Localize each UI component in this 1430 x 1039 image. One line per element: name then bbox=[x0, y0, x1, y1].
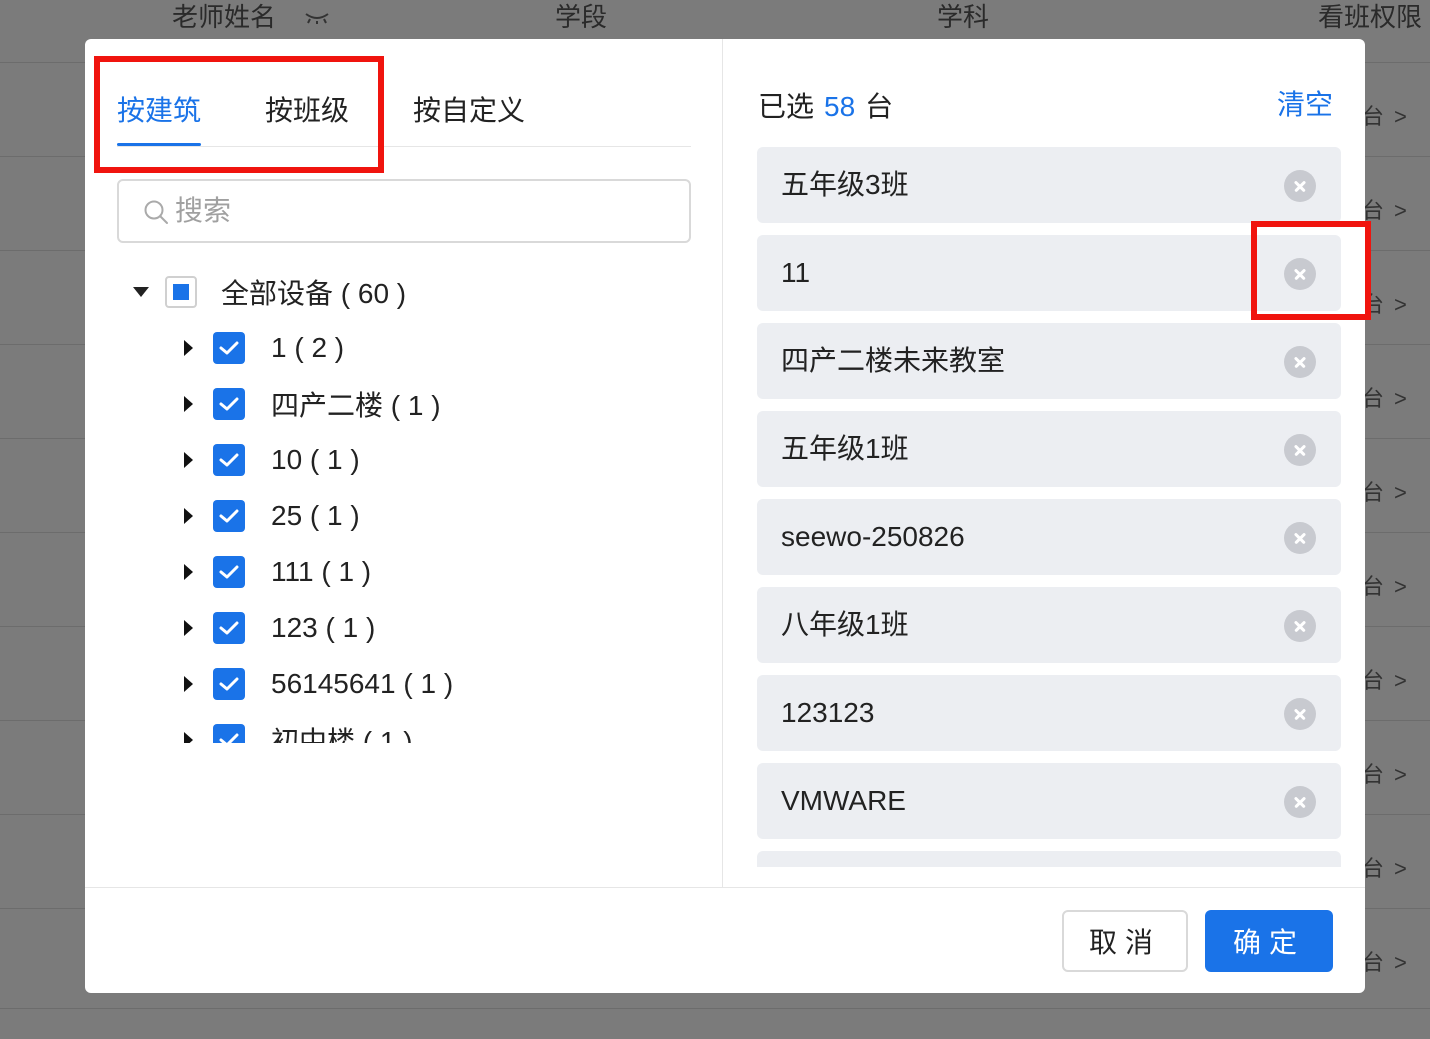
caret-right-icon[interactable] bbox=[184, 452, 193, 468]
checkbox-checked[interactable] bbox=[213, 500, 245, 532]
remove-circle-icon[interactable] bbox=[1284, 610, 1316, 642]
check-icon bbox=[219, 341, 239, 355]
selected-device-list: 五年级3班 11 四产二楼未来教室 五年级1班 seewo-250826 八年级… bbox=[757, 147, 1341, 867]
checkbox-partial[interactable] bbox=[165, 276, 197, 308]
tree-node[interactable]: 1 ( 2 ) bbox=[184, 326, 344, 370]
tree-node-label: 123 ( 1 ) bbox=[271, 612, 376, 643]
checkbox-checked[interactable] bbox=[213, 388, 245, 420]
search-input[interactable] bbox=[175, 189, 665, 233]
list-item: 五年级3班 bbox=[757, 147, 1341, 223]
list-item: VMWARE bbox=[757, 763, 1341, 839]
check-icon bbox=[219, 509, 239, 523]
device-tree-pane: 按建筑 按班级 按自定义 全部设备 ( 60 ) 1 bbox=[85, 39, 723, 887]
remove-circle-icon[interactable] bbox=[1284, 434, 1316, 466]
list-item: 11 bbox=[757, 235, 1341, 311]
list-item: 五年级1班 bbox=[757, 411, 1341, 487]
tree-node[interactable]: 56145641 ( 1 ) bbox=[184, 662, 453, 706]
device-select-modal: 按建筑 按班级 按自定义 全部设备 ( 60 ) 1 bbox=[85, 39, 1365, 993]
tree-node-label: 111 ( 1 ) bbox=[271, 556, 372, 587]
device-tree: 全部设备 ( 60 ) 1 ( 2 ) 四产二楼 ( 1 ) 10 (1) … bbox=[85, 263, 721, 743]
tree-node[interactable]: 四产二楼 ( 1 ) bbox=[184, 382, 441, 426]
remove-circle-icon[interactable] bbox=[1284, 346, 1316, 378]
check-icon bbox=[219, 453, 239, 467]
list-item: 123123 bbox=[757, 675, 1341, 751]
caret-right-icon[interactable] bbox=[184, 564, 193, 580]
selected-device-name: 八年级1班 bbox=[781, 609, 909, 640]
tree-node[interactable]: 123 ( 1 ) bbox=[184, 606, 375, 650]
check-icon bbox=[219, 397, 239, 411]
selected-unit: 台 bbox=[865, 91, 894, 122]
clear-all-button[interactable]: 清空 bbox=[1277, 85, 1333, 125]
modal-footer: 取消 确定 bbox=[85, 887, 1365, 993]
column-stage: 学段 bbox=[555, 2, 608, 32]
caret-right-icon[interactable] bbox=[184, 620, 193, 636]
selected-device-name: 五年级3班 bbox=[781, 169, 909, 200]
remove-circle-icon[interactable] bbox=[1284, 258, 1316, 290]
confirm-button[interactable]: 确定 bbox=[1205, 910, 1333, 972]
column-class-permission: 看班权限 bbox=[1318, 2, 1423, 32]
selected-device-name: VMWARE bbox=[781, 785, 906, 816]
tree-node-label: 四产二楼 ( 1 ) bbox=[271, 390, 441, 421]
column-subject: 学科 bbox=[937, 2, 990, 32]
selected-device-name: 123123 bbox=[781, 697, 875, 728]
active-tab-indicator bbox=[117, 143, 201, 146]
caret-right-icon[interactable] bbox=[184, 340, 193, 356]
tab-by-building[interactable]: 按建筑 bbox=[117, 89, 201, 133]
tree-node-label: 10 ( 1 ) bbox=[271, 444, 360, 475]
selected-prefix: 已选 bbox=[758, 91, 815, 122]
remove-circle-icon[interactable] bbox=[1284, 170, 1316, 202]
remove-circle-icon[interactable] bbox=[1284, 522, 1316, 554]
tree-node-label: 25 ( 1 ) bbox=[271, 500, 360, 531]
selected-count: 已选 58 台 bbox=[758, 87, 893, 127]
caret-right-icon[interactable] bbox=[184, 732, 193, 743]
check-icon bbox=[219, 621, 239, 635]
check-icon bbox=[219, 677, 239, 691]
tree-node-label: 全部设备 ( 60 ) bbox=[221, 278, 407, 309]
selected-device-name: 11 bbox=[781, 257, 811, 288]
selected-devices-pane: 已选 58 台 清空 五年级3班 11 四产二楼未来教室 五年级1班 seewo-2… bbox=[724, 39, 1365, 887]
background-table-header: 老师姓名 学段 学科 看班权限 bbox=[0, 0, 1430, 40]
table-divider bbox=[0, 1008, 1430, 1009]
checkbox-checked[interactable] bbox=[213, 668, 245, 700]
list-item: 四产二楼未来教室 bbox=[757, 323, 1341, 399]
eye-closed-icon bbox=[305, 13, 329, 24]
list-item: 八年级1班 bbox=[757, 587, 1341, 663]
tree-node-label: 56145641 ( 1 ) bbox=[271, 668, 454, 699]
caret-right-icon[interactable] bbox=[184, 676, 193, 692]
tree-node-root[interactable]: 全部设备 ( 60 ) bbox=[133, 270, 406, 314]
selected-device-name: 四产二楼未来教室 bbox=[781, 345, 1006, 376]
search-icon bbox=[144, 200, 168, 224]
tab-bar: 按建筑 按班级 按自定义 bbox=[117, 89, 691, 147]
check-icon bbox=[219, 733, 239, 743]
tree-node[interactable]: 25 ( 1 ) bbox=[184, 494, 360, 538]
tree-node-label: 初中楼 ( 1 ) bbox=[271, 726, 413, 743]
checkbox-checked[interactable] bbox=[213, 724, 245, 743]
list-item bbox=[757, 851, 1341, 867]
caret-down-icon[interactable] bbox=[133, 287, 149, 297]
caret-right-icon[interactable] bbox=[184, 396, 193, 412]
cancel-button[interactable]: 取消 bbox=[1062, 910, 1188, 972]
remove-circle-icon[interactable] bbox=[1284, 786, 1316, 818]
tree-node[interactable]: 10 ( 1 ) bbox=[184, 438, 360, 482]
tree-node[interactable]: 111 ( 1 ) bbox=[184, 550, 371, 594]
search-box[interactable] bbox=[117, 179, 691, 243]
checkbox-checked[interactable] bbox=[213, 444, 245, 476]
checkbox-checked[interactable] bbox=[213, 612, 245, 644]
checkbox-checked[interactable] bbox=[213, 332, 245, 364]
column-teacher-name: 老师姓名 bbox=[172, 2, 277, 32]
tree-node-label: 1 ( 2 ) bbox=[271, 332, 345, 363]
tab-by-custom[interactable]: 按自定义 bbox=[413, 89, 525, 133]
tree-node[interactable]: 初中楼 ( 1 ) bbox=[184, 718, 413, 743]
caret-right-icon[interactable] bbox=[184, 508, 193, 524]
selected-device-name: seewo-250826 bbox=[781, 521, 965, 552]
tab-by-class[interactable]: 按班级 bbox=[265, 89, 349, 133]
checkbox-checked[interactable] bbox=[213, 556, 245, 588]
selected-count-number: 58 bbox=[824, 91, 856, 122]
remove-circle-icon[interactable] bbox=[1284, 698, 1316, 730]
list-item: seewo-250826 bbox=[757, 499, 1341, 575]
check-icon bbox=[219, 565, 239, 579]
selected-device-name: 五年级1班 bbox=[781, 433, 909, 464]
